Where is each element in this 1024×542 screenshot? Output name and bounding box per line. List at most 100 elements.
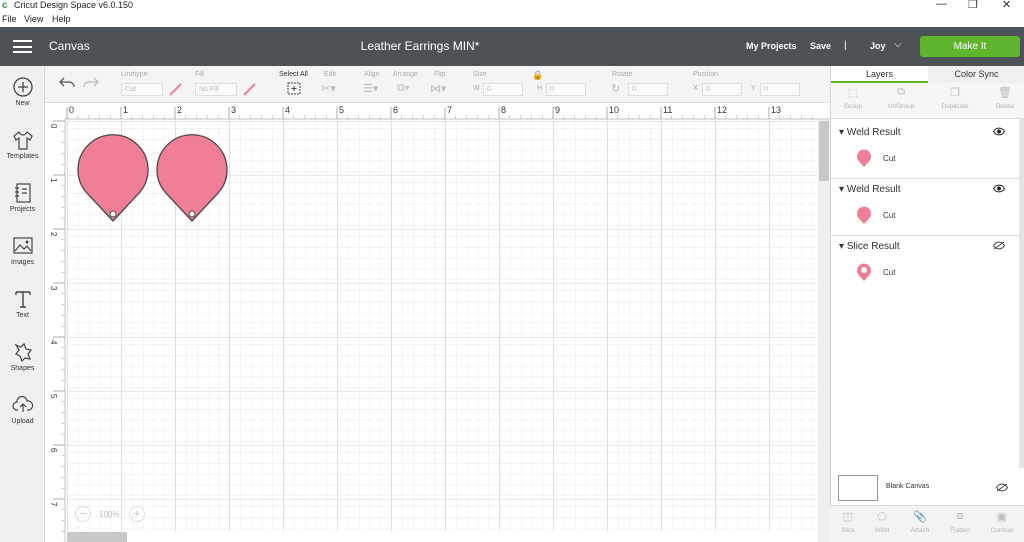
ruler-tick-label: 12: [717, 105, 727, 115]
select-all-icon[interactable]: [287, 82, 301, 95]
redo-icon[interactable]: [83, 77, 99, 89]
design-canvas[interactable]: 0 1 2 3 4 5 6 7 8 9 10 11 12 13 01234567 − 100% +: [45, 103, 830, 542]
delete-button[interactable]: 🗑 Delete: [985, 86, 1024, 110]
paperclip-icon: 📎: [913, 511, 927, 523]
linetype-select[interactable]: Cut: [121, 83, 163, 96]
close-button[interactable]: ✕: [1002, 0, 1011, 11]
x-position-field[interactable]: 0: [702, 83, 742, 96]
ruler-tick-label: 6: [393, 105, 398, 115]
layer-group-title[interactable]: ▾ Weld Result: [839, 184, 901, 195]
contour-button[interactable]: ▣ Contour: [984, 510, 1020, 534]
rotate-icon: ↻: [611, 83, 621, 95]
duplicate-button[interactable]: ❐ Duplicate: [935, 86, 975, 110]
rotate-label: Rotate: [612, 71, 633, 78]
left-sidebar: New Templates Projects Images Text Shape…: [0, 66, 45, 542]
chevron-down-icon[interactable]: ⌵: [894, 39, 902, 50]
fill-select[interactable]: No Fill: [195, 83, 237, 96]
canvas-vertical-scrollbar[interactable]: [818, 120, 830, 542]
cloud-upload-icon: [11, 395, 33, 412]
width-field[interactable]: 0: [483, 83, 523, 96]
layer-group[interactable]: ▾ Weld Result Cut: [831, 179, 1020, 236]
layer-swatch[interactable]: [856, 148, 872, 168]
size-label: Size: [473, 71, 487, 78]
width-label: W: [473, 85, 480, 92]
eye-hidden-icon[interactable]: [996, 483, 1008, 492]
blank-canvas-swatch[interactable]: [838, 475, 878, 501]
sidebar-item-label: New: [15, 100, 30, 107]
ruler-tick-label: 0: [69, 105, 74, 115]
layer-actions: ⬚ Group ⧉ UnGroup ❐ Duplicate 🗑 Delete: [831, 83, 1024, 119]
attach-button[interactable]: 📎 Attach: [902, 510, 938, 534]
canvas-grid: 0 1 2 3 4 5 6 7 8 9 10 11 12 13 01234567: [45, 103, 830, 542]
eye-hidden-icon[interactable]: [993, 241, 1005, 250]
menu-view[interactable]: View: [24, 14, 43, 24]
arrange-label: Arrange: [393, 71, 418, 78]
layer-swatch[interactable]: [856, 205, 872, 225]
lock-icon[interactable]: 🔒: [532, 70, 543, 81]
canvas-label: Canvas: [49, 39, 90, 53]
slice-icon: ◫: [842, 511, 854, 523]
blank-canvas-label: Blank Canvas: [886, 483, 930, 490]
sidebar-item-label: Projects: [9, 206, 36, 213]
sidebar-item-images[interactable]: Images: [0, 235, 45, 266]
make-it-button[interactable]: Make It: [920, 36, 1020, 57]
undo-icon[interactable]: [59, 77, 75, 89]
sidebar-item-new[interactable]: New: [0, 76, 45, 107]
sidebar-item-templates[interactable]: Templates: [0, 129, 45, 160]
weld-button[interactable]: ⬠ Weld: [864, 510, 900, 534]
zoom-in-button[interactable]: +: [129, 506, 145, 522]
sidebar-item-label: Images: [11, 259, 34, 266]
sidebar-item-upload[interactable]: Upload: [0, 394, 45, 425]
height-field[interactable]: 0: [546, 83, 586, 96]
align-icon[interactable]: ☰▾: [363, 82, 378, 95]
maximize-button[interactable]: ❐: [968, 0, 978, 11]
layer-group[interactable]: ▾ Slice Result Cut: [831, 236, 1020, 293]
menu-file[interactable]: File: [2, 14, 17, 24]
ruler-tick-label: 5: [339, 105, 344, 115]
shirt-icon: [12, 131, 33, 150]
eye-icon[interactable]: [993, 184, 1005, 193]
sidebar-item-label: Text: [16, 312, 29, 319]
window-title: Cricut Design Space v6.0.150: [14, 0, 134, 10]
sidebar-item-projects[interactable]: Projects: [0, 182, 45, 213]
canvas-horizontal-scroll-thumb[interactable]: [67, 532, 127, 542]
ungroup-button[interactable]: ⧉ UnGroup: [881, 86, 921, 110]
flatten-button[interactable]: ⧈ Flatten: [942, 510, 978, 534]
layer-group-title[interactable]: ▾ Slice Result: [839, 241, 900, 252]
layer-group-title[interactable]: ▾ Weld Result: [839, 127, 901, 138]
my-projects-link[interactable]: My Projects: [746, 41, 797, 51]
ruler-tick-label: 6: [49, 448, 58, 453]
save-link[interactable]: Save: [810, 41, 831, 51]
zoom-out-button[interactable]: −: [75, 506, 91, 522]
panel-scrollbar[interactable]: [1019, 118, 1024, 468]
scissors-icon[interactable]: ✂▾: [321, 82, 336, 95]
tab-color-sync[interactable]: Color Sync: [928, 66, 1024, 83]
x-label: X: [693, 85, 698, 92]
tab-layers[interactable]: Layers: [831, 66, 928, 83]
layer-swatch[interactable]: [856, 262, 872, 282]
linetype-color-icon[interactable]: [169, 83, 182, 96]
layer-group[interactable]: ▾ Weld Result Cut: [831, 122, 1020, 179]
minimize-button[interactable]: —: [936, 0, 947, 10]
group-button[interactable]: ⬚ Group: [833, 86, 873, 110]
notebook-icon: [14, 183, 31, 203]
flatten-icon: ⧈: [956, 510, 964, 522]
user-menu[interactable]: Joy: [870, 41, 886, 51]
slice-button[interactable]: ◫ Slice: [830, 510, 866, 534]
blank-canvas-row[interactable]: Blank Canvas: [830, 468, 1024, 508]
y-position-field[interactable]: 0: [760, 83, 800, 96]
canvas-scroll-thumb[interactable]: [819, 121, 829, 181]
sidebar-item-shapes[interactable]: Shapes: [0, 341, 45, 372]
eye-icon[interactable]: [993, 127, 1005, 136]
sidebar-item-text[interactable]: Text: [0, 288, 45, 319]
rotate-field[interactable]: 0: [628, 83, 668, 96]
hamburger-menu-icon[interactable]: [13, 40, 32, 53]
ruler-tick-label: 10: [609, 105, 619, 115]
ruler-tick-label: 3: [49, 286, 58, 291]
flip-icon[interactable]: ⋈▾: [430, 82, 447, 95]
arrange-icon[interactable]: ⧉▾: [397, 82, 409, 95]
fill-color-icon[interactable]: [243, 83, 256, 96]
ruler-tick-label: 11: [663, 105, 672, 115]
y-label: Y: [751, 85, 756, 92]
menu-help[interactable]: Help: [52, 14, 71, 24]
